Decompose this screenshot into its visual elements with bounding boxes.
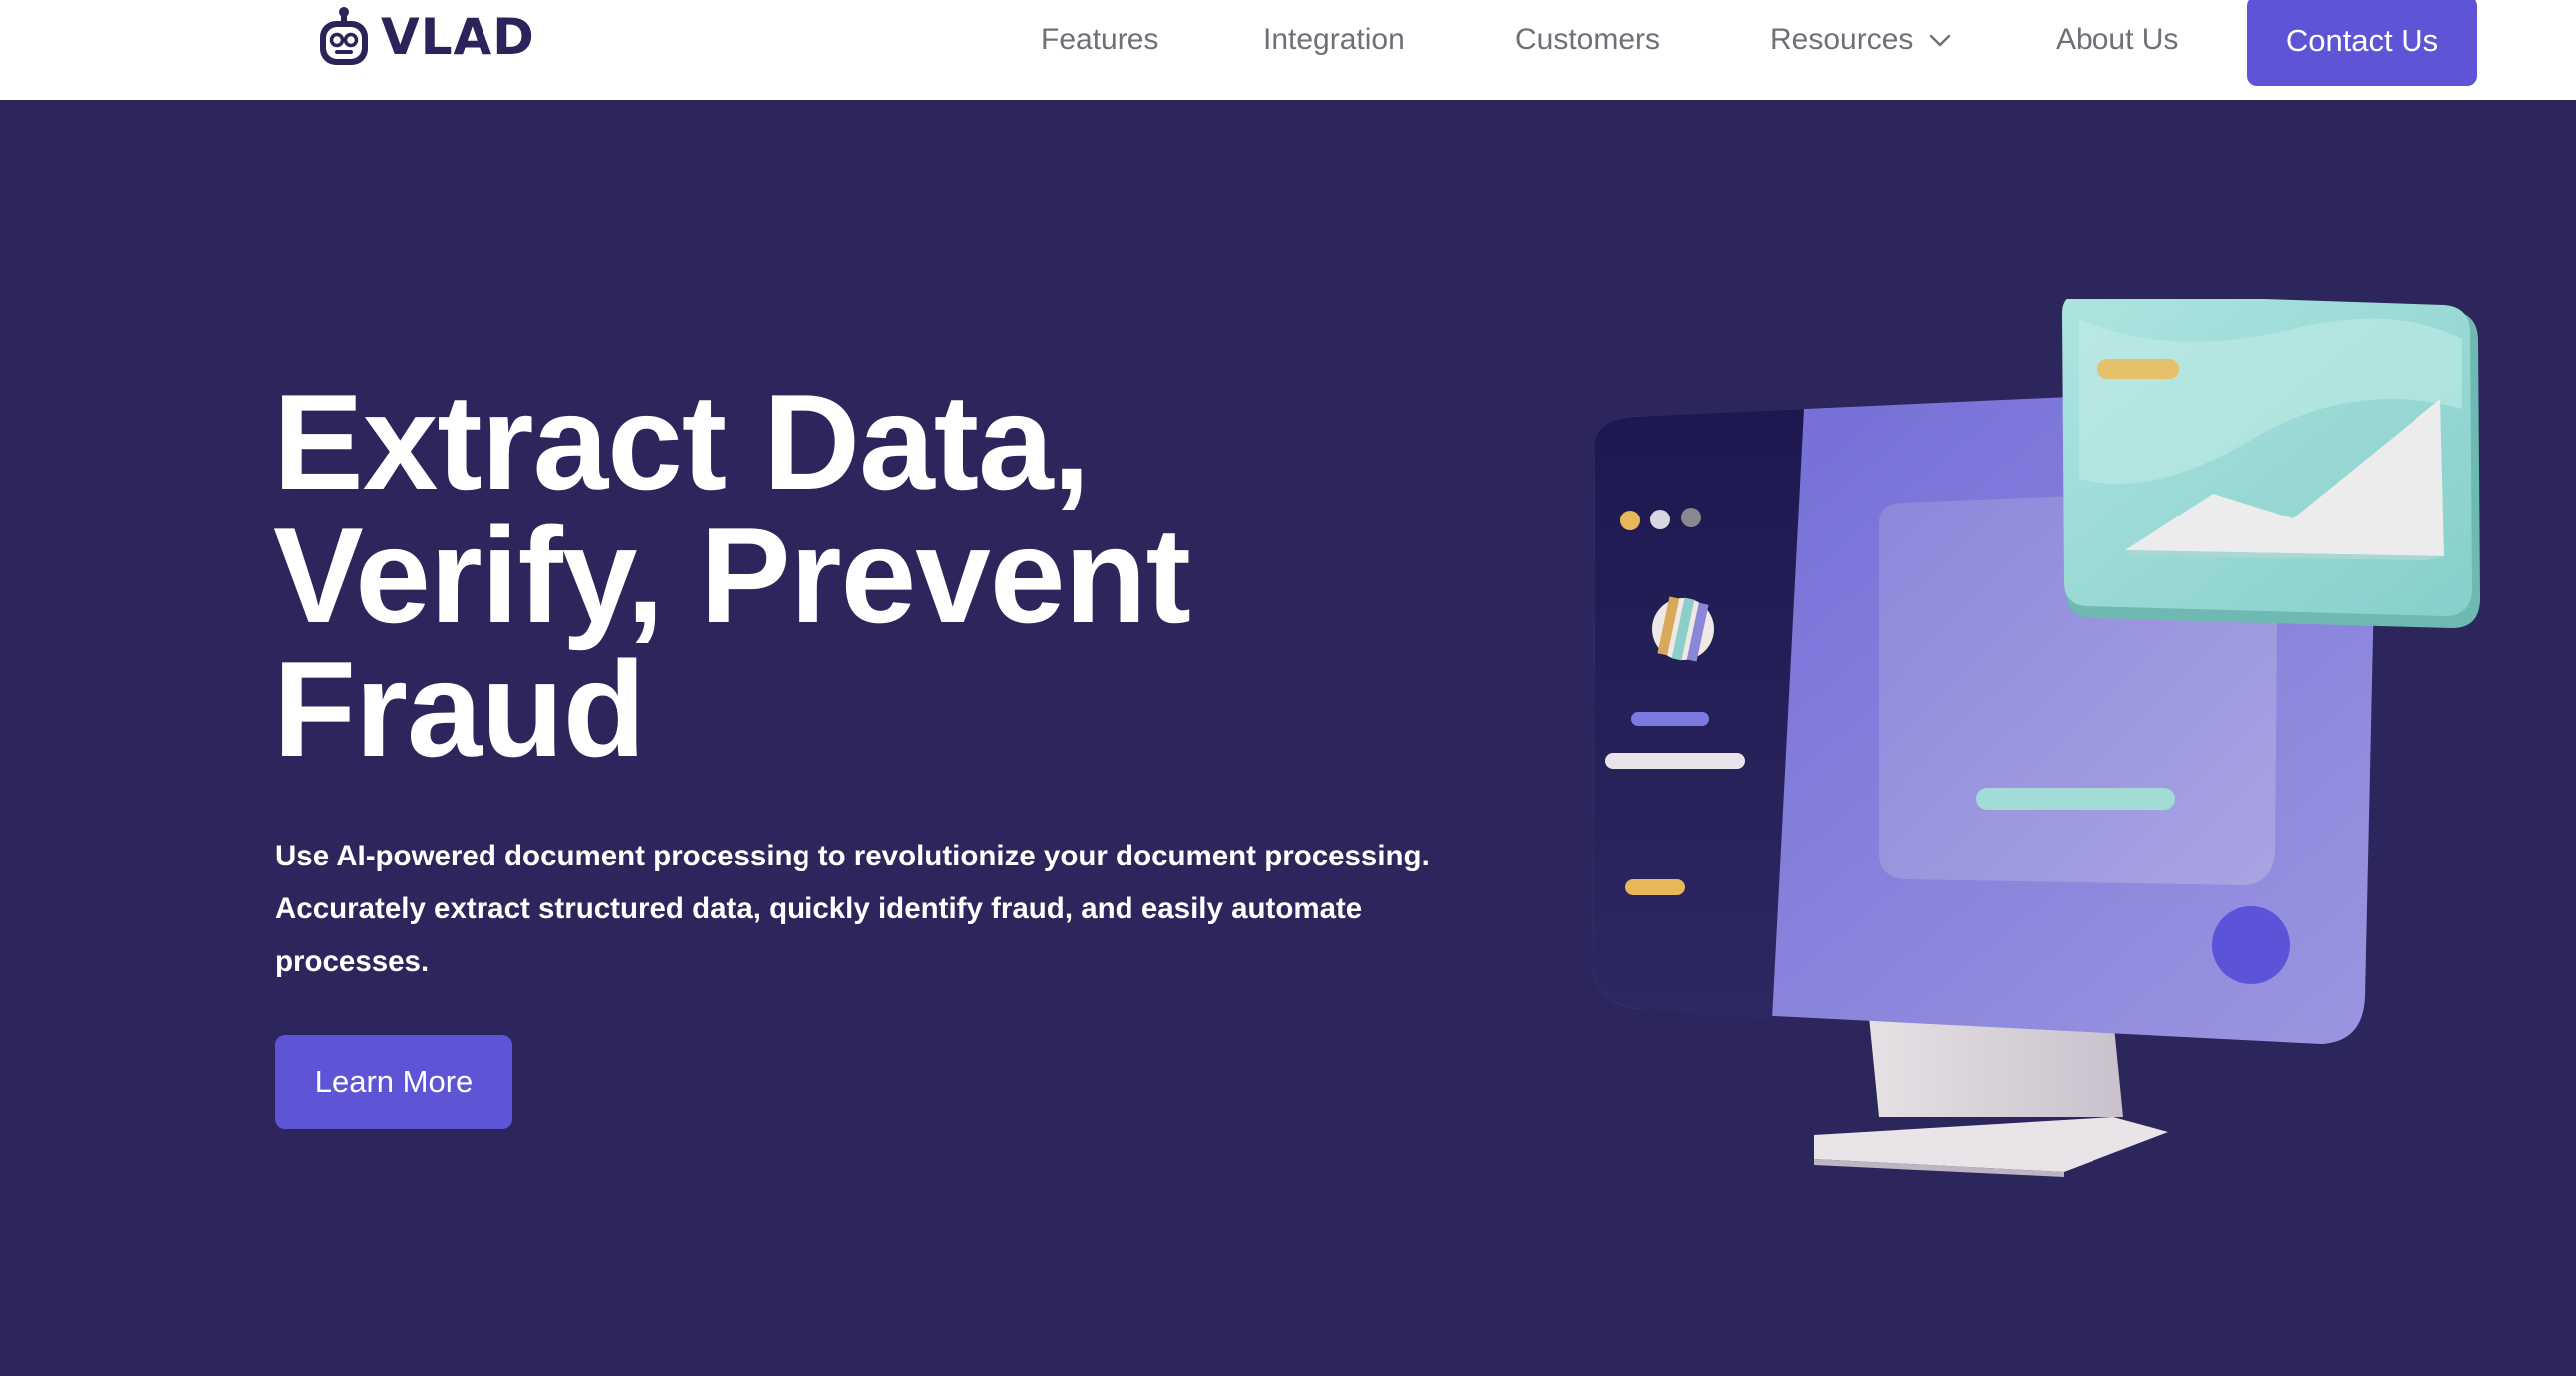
hero-description-line: Use AI-powered document processing to re… [275,840,1430,872]
monitor-stand [1814,1017,2168,1177]
brand-name: VLAD [381,8,535,66]
nav-integration-link[interactable]: Integration [1263,18,1405,62]
hero-description-line: Accurately extract structured data, quic… [275,892,1363,925]
contact-us-button[interactable]: Contact Us [2247,0,2477,86]
hero-title-line: Verify, Prevent [273,500,1191,651]
nav-resources-label: Resources [1771,23,1914,56]
hero-title-line: Extract Data, [273,366,1090,517]
nav-features-link[interactable]: Features [1041,18,1158,62]
robot-icon [320,7,368,65]
hero-description-line: processes. [275,945,430,978]
brand-logo[interactable]: VLAD [315,6,535,68]
site-header: VLAD Features Integration Customers Reso… [0,0,2576,100]
hero-description: Use AI-powered document processing to re… [275,830,1471,988]
nav-customers-link[interactable]: Customers [1515,18,1660,62]
monitor-illustration [1593,299,2480,1177]
image-card [2062,299,2480,628]
nav-resources-dropdown[interactable]: Resources [1771,18,1953,62]
hero-title: Extract Data, Verify, Prevent Fraud [273,366,1370,785]
hero-title-line: Fraud [273,633,646,785]
nav-about-us-link[interactable]: About Us [2056,18,2178,62]
learn-more-button[interactable]: Learn More [275,1035,512,1129]
chevron-down-icon [1930,34,1951,47]
